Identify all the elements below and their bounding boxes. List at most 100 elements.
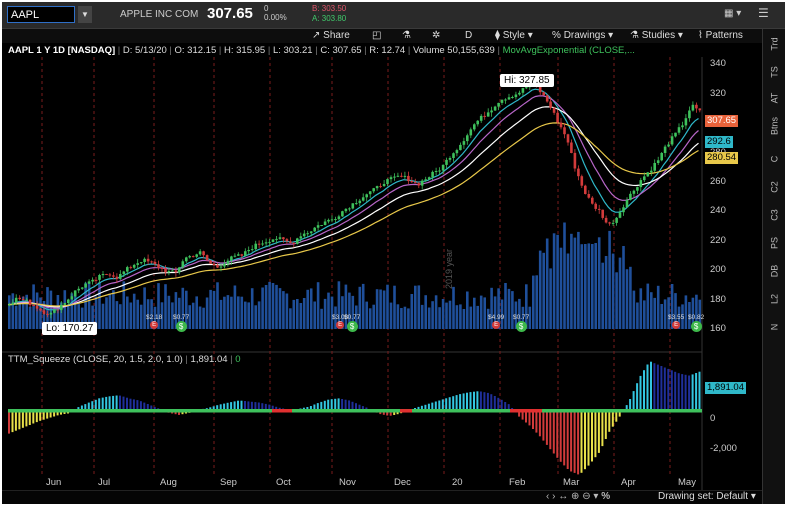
candle-body [60,304,63,311]
volume-bar [504,283,507,329]
candle-body [663,146,667,153]
price-axis-tick: 340 [710,58,726,70]
sidebar-tab-l2[interactable]: L2 [770,290,780,309]
flask-icon[interactable]: ⚗ [402,29,411,43]
candle-body [25,299,28,301]
candle-body [368,191,372,195]
event-marker[interactable]: $0.77 $ [344,314,360,332]
style-menu[interactable]: ⧫ Style ▾ [495,29,533,43]
volume-bar [663,299,667,329]
scroll-left-icon[interactable]: ‹ [546,491,549,502]
sidebar-tab-c3[interactable]: C3 [770,206,780,225]
event-marker[interactable]: $2.18 E [146,314,162,329]
drawing-tool-icon[interactable]: % [601,491,610,502]
volume-bar [285,293,289,329]
squeeze-bar [98,398,101,411]
zoom-icon[interactable]: ⊖ [582,491,590,502]
candle-body [414,182,417,184]
settings-gear-icon[interactable]: ✲ [432,29,440,43]
volume-bar [167,295,171,329]
event-marker[interactable]: $4.99 E [488,314,504,329]
period-selector[interactable]: D [465,29,472,43]
study-label: MovAvgExponential (CLOSE,... [502,45,635,56]
candle-body [573,152,577,169]
sidebar-tab-trd[interactable]: Trd [770,35,780,54]
grid-layout-icon[interactable]: ▦ ▾ [724,8,741,19]
sidebar-tab-c[interactable]: C [770,150,780,169]
volume-bar [309,288,313,329]
event-marker[interactable]: $3.55 E [668,314,684,329]
sidebar-tab-ts[interactable]: TS [770,63,780,82]
volume-bar [14,305,18,329]
event-amount: $4.99 [488,314,505,321]
squeeze-bar [445,398,448,411]
sidebar-tab-btns[interactable]: Btns [770,117,780,136]
volume-bar [233,285,237,329]
volume-bar [535,275,538,329]
candle-body [445,159,448,165]
squeeze-bar [656,364,659,411]
crosshair-icon[interactable]: ⊕ [571,491,579,502]
candle-body [566,134,570,143]
drawing-set-selector[interactable]: Drawing set: Default ▾ [658,491,756,502]
candle-body [431,171,434,178]
volume-bar [427,307,431,329]
patterns-menu[interactable]: ⌇ Patterns [698,29,743,43]
candle-body [323,221,327,225]
pan-icon[interactable]: ↔ [558,491,568,502]
scroll-right-icon[interactable]: › [552,491,555,502]
squeeze-bar [591,410,593,462]
symbol-input[interactable]: AAPL [7,6,75,23]
sidebar-tab-ps[interactable]: PS [770,234,780,253]
volume-bar [584,244,587,329]
menu-icon[interactable]: ☰ [758,6,769,20]
candle-body [410,181,414,183]
event-marker[interactable]: $0.82 $ [688,314,704,332]
candle-body [337,216,341,220]
event-amount: $0.77 [513,314,530,321]
volume-bar [275,284,278,329]
candle-body [313,227,316,232]
candle-body [153,262,157,265]
price-axis-tick: 260 [710,175,726,187]
squeeze-bar [549,410,552,450]
candle-body [87,281,91,284]
sidebar-tab-n[interactable]: N [770,318,780,337]
squeeze-bar [545,410,548,445]
squeeze-bar [691,374,694,411]
symbol-dropdown-icon[interactable]: ▼ [78,6,92,23]
chart-plot-area[interactable]: 2019 year [2,57,762,490]
candle-body [70,296,74,300]
share-button[interactable]: ↗ Share [312,29,350,43]
screenshot-icon[interactable]: ◰ [372,29,381,43]
candle-body [695,104,698,109]
ma-long-label: 280.54 [705,152,739,164]
dividend-icon: $ [346,321,358,332]
squeeze-bar [587,410,590,466]
candle-body [507,97,511,100]
drawings-icon: % [552,30,561,41]
squeeze-bar [643,370,645,411]
sidebar-tab-db[interactable]: DB [770,262,780,281]
month-aug: Aug [160,477,177,488]
volume-bar [244,301,247,329]
volume-bar [615,272,618,329]
candle-body [157,264,160,268]
event-amount: $3.55 [668,314,685,321]
studies-menu[interactable]: ⚗ Studies ▾ [630,29,683,43]
volume-bar [594,243,597,329]
drawings-menu[interactable]: % Drawings ▾ [552,29,613,43]
candle-body [146,258,150,262]
event-marker[interactable]: $0.77 $ [173,314,189,332]
volume-bar [105,297,108,329]
candle-body [622,207,625,213]
zoom-dropdown-icon[interactable]: ▾ [593,491,598,502]
candle-body [417,183,421,186]
candle-body [552,107,556,113]
sidebar-tab-at[interactable]: AT [770,89,780,108]
month-20: 20 [452,477,463,488]
nav-controls: ‹ › ↔ ⊕ ⊖ ▾ % [546,491,610,502]
event-marker[interactable]: $0.77 $ [513,314,529,332]
candle-body [400,175,403,177]
sidebar-tab-c2[interactable]: C2 [770,178,780,197]
